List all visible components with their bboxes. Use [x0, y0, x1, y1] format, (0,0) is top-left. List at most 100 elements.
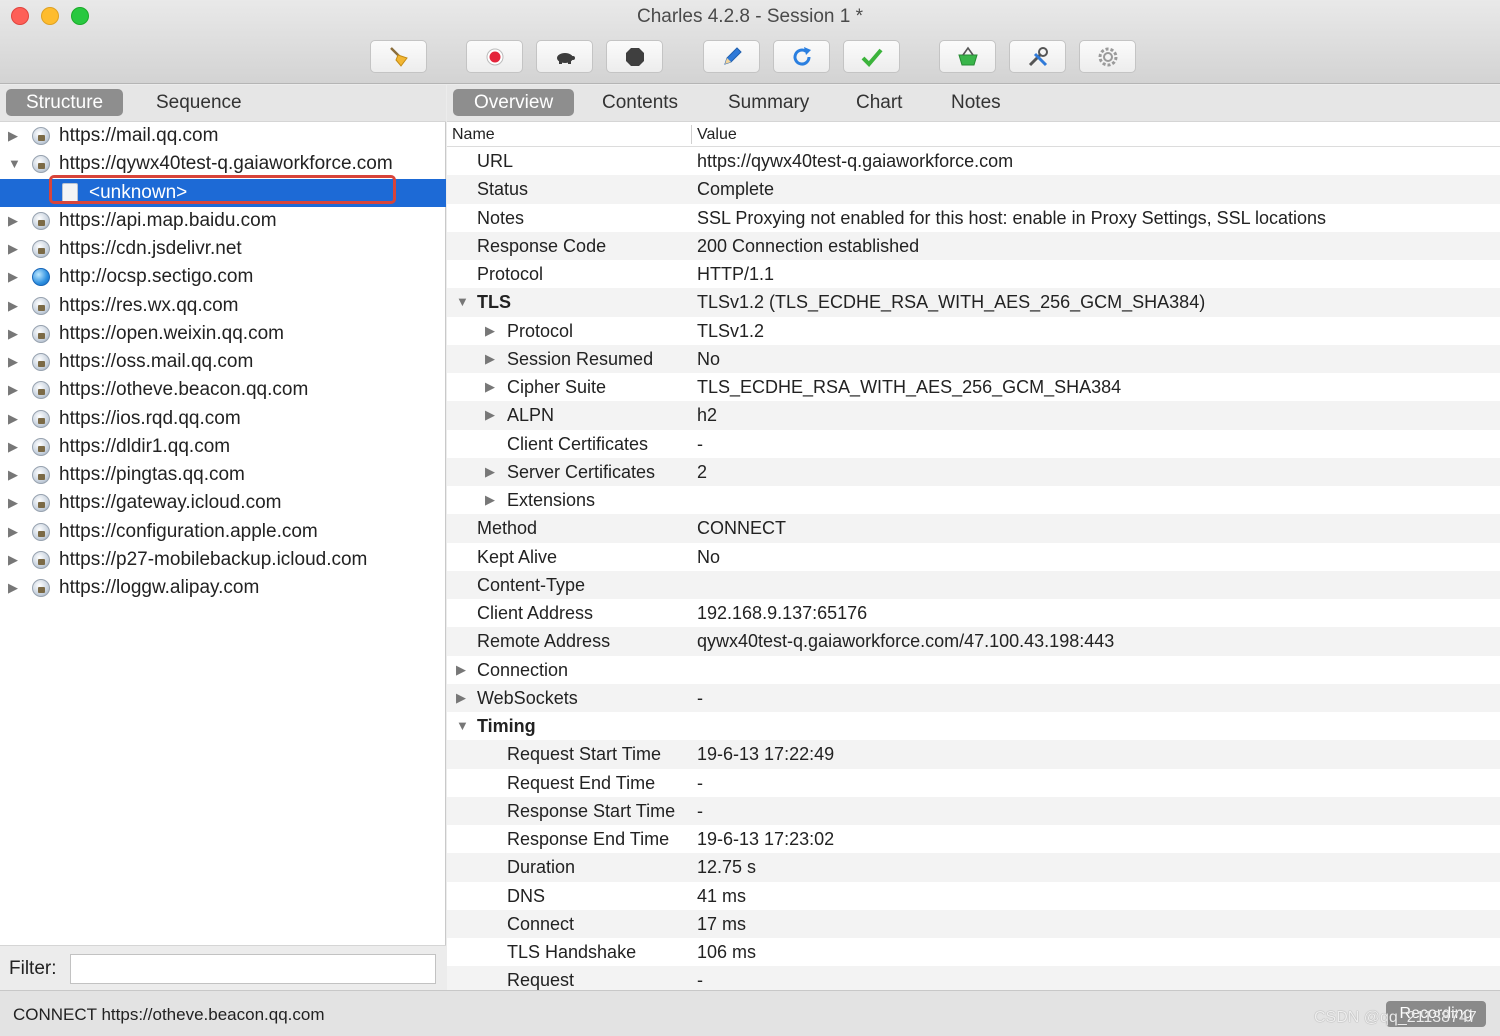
tree-host-item[interactable]: ▶ https://p27-mobilebackup.icloud.com — [0, 546, 446, 574]
overview-row[interactable]: URL https://qywx40test-q.gaiaworkforce.co… — [447, 147, 1500, 175]
disclosure-closed-icon[interactable]: ▶ — [8, 207, 22, 235]
overview-row[interactable]: DNS 41 ms — [447, 882, 1500, 910]
overview-row[interactable]: ▼ Timing — [447, 712, 1500, 740]
disclosure-closed-icon[interactable]: ▶ — [8, 122, 22, 150]
overview-row[interactable]: Status Complete — [447, 175, 1500, 204]
overview-row[interactable]: Client Address 192.168.9.137:65176 — [447, 599, 1500, 627]
tree-host-item[interactable]: ▶ https://dldir1.qq.com — [0, 433, 446, 461]
tree-host-item[interactable]: ▶ https://gateway.icloud.com — [0, 489, 446, 517]
overview-row[interactable]: ▶ Extensions — [447, 486, 1500, 514]
overview-row[interactable]: ▶ Cipher Suite TLS_ECDHE_RSA_WITH_AES_256_… — [447, 373, 1500, 401]
overview-row[interactable]: Response Start Time - — [447, 796, 1500, 825]
disclosure-closed-icon[interactable]: ▶ — [8, 461, 22, 489]
clear-session-button[interactable] — [370, 40, 427, 73]
compose-button[interactable] — [703, 40, 760, 73]
overview-row[interactable]: Notes SSL Proxying not enabled for this h… — [447, 204, 1500, 232]
tree-host-item[interactable]: ▶ https://api.map.baidu.com — [0, 207, 446, 235]
overview-row[interactable]: ▶ WebSockets - — [447, 683, 1500, 712]
filter-input[interactable] — [70, 954, 436, 984]
tree-host-item[interactable]: ▶ https://configuration.apple.com — [0, 518, 446, 546]
tree-host-item[interactable]: ▶ https://mail.qq.com — [0, 122, 446, 150]
validate-button[interactable] — [843, 40, 900, 73]
repeat-button[interactable] — [773, 40, 830, 73]
disclosure-closed-icon[interactable]: ▶ — [8, 320, 22, 348]
disclosure-closed-icon[interactable]: ▶ — [485, 486, 495, 514]
breakpoints-button[interactable] — [606, 40, 663, 73]
overview-row[interactable]: ▶ Server Certificates 2 — [447, 457, 1500, 486]
overview-row[interactable]: Protocol HTTP/1.1 — [447, 260, 1500, 288]
overview-row[interactable]: Remote Address qywx40test-q.gaiaworkforce… — [447, 627, 1500, 656]
filter-bar: Filter: — [0, 945, 446, 990]
tree-host-item[interactable]: ▶ https://oss.mail.qq.com — [0, 348, 446, 376]
row-value: HTTP/1.1 — [697, 264, 775, 284]
column-name-header[interactable]: Name — [452, 122, 495, 147]
overview-row[interactable]: Response Code 200 Connection established — [447, 231, 1500, 260]
overview-row[interactable]: Duration 12.75 s — [447, 853, 1500, 882]
overview-row[interactable]: ▶ ALPN h2 — [447, 401, 1500, 430]
disclosure-closed-icon[interactable]: ▶ — [8, 348, 22, 376]
tab-structure[interactable]: Structure — [6, 89, 124, 116]
disclosure-closed-icon[interactable]: ▶ — [456, 656, 466, 684]
tree-host-item[interactable]: ▶ http://ocsp.sectigo.com — [0, 263, 446, 291]
basket-button[interactable] — [939, 40, 996, 73]
disclosure-closed-icon[interactable]: ▶ — [8, 263, 22, 291]
overview-row[interactable]: Content-Type — [447, 570, 1500, 599]
row-name: Session Resumed — [507, 348, 654, 369]
settings-button[interactable] — [1079, 40, 1136, 73]
tab-sequence[interactable]: Sequence — [136, 89, 262, 116]
record-button[interactable] — [466, 40, 523, 73]
overview-row[interactable]: Request Start Time 19-6-13 17:22:49 — [447, 740, 1500, 769]
tree-host-item[interactable]: ▶ https://loggw.alipay.com — [0, 574, 446, 602]
tree-child-item[interactable]: <unknown> — [0, 178, 446, 207]
disclosure-open-icon[interactable]: ▼ — [456, 288, 469, 316]
overview-row[interactable]: Connect 17 ms — [447, 909, 1500, 938]
overview-row[interactable]: ▶ Session Resumed No — [447, 344, 1500, 373]
tab-notes[interactable]: Notes — [930, 89, 1022, 116]
column-value-header[interactable]: Value — [697, 122, 737, 147]
overview-row[interactable]: Response End Time 19-6-13 17:23:02 — [447, 825, 1500, 853]
tree-host-item[interactable]: ▼ https://qywx40test-q.gaiaworkforce.com — [0, 150, 446, 178]
overview-row[interactable]: ▼ TLS TLSv1.2 (TLS_ECDHE_RSA_WITH_AES_256_… — [447, 288, 1500, 317]
disclosure-closed-icon[interactable]: ▶ — [8, 433, 22, 461]
throttle-button[interactable] — [536, 40, 593, 73]
tools-button[interactable] — [1009, 40, 1066, 73]
disclosure-closed-icon[interactable]: ▶ — [8, 574, 22, 602]
tab-contents[interactable]: Contents — [581, 89, 699, 116]
column-divider[interactable] — [691, 125, 692, 144]
row-value: TLSv1.2 (TLS_ECDHE_RSA_WITH_AES_256_GCM_… — [697, 292, 1206, 313]
tree-host-item[interactable]: ▶ https://otheve.beacon.qq.com — [0, 376, 446, 404]
overview-row[interactable]: ▶ Connection — [447, 656, 1500, 684]
disclosure-closed-icon[interactable]: ▶ — [485, 458, 495, 486]
overview-row[interactable]: TLS Handshake 106 ms — [447, 938, 1500, 966]
tree-host-item[interactable]: ▶ https://cdn.jsdelivr.net — [0, 235, 446, 263]
tree-host-item[interactable]: ▶ https://pingtas.qq.com — [0, 461, 446, 489]
disclosure-closed-icon[interactable]: ▶ — [456, 684, 466, 712]
disclosure-closed-icon[interactable]: ▶ — [8, 235, 22, 263]
overview-row[interactable]: ▶ Protocol TLSv1.2 — [447, 317, 1500, 345]
tab-summary[interactable]: Summary — [707, 89, 830, 116]
tree-host-item[interactable]: ▶ https://res.wx.qq.com — [0, 292, 446, 320]
tree-host-item[interactable]: ▶ https://open.weixin.qq.com — [0, 320, 446, 348]
tree-host-item[interactable]: ▶ https://ios.rqd.qq.com — [0, 405, 446, 433]
lock-host-icon — [32, 494, 50, 513]
tab-chart[interactable]: Chart — [835, 89, 923, 116]
lock-host-icon — [32, 381, 50, 400]
disclosure-closed-icon[interactable]: ▶ — [8, 546, 22, 574]
disclosure-closed-icon[interactable]: ▶ — [8, 292, 22, 320]
overview-row[interactable]: Method CONNECT — [447, 514, 1500, 543]
overview-row[interactable]: Request End Time - — [447, 769, 1500, 797]
disclosure-closed-icon[interactable]: ▶ — [485, 373, 495, 401]
disclosure-closed-icon[interactable]: ▶ — [8, 489, 22, 517]
tab-overview[interactable]: Overview — [453, 89, 575, 116]
disclosure-closed-icon[interactable]: ▶ — [8, 518, 22, 546]
disclosure-closed-icon[interactable]: ▶ — [485, 401, 495, 429]
overview-row[interactable]: Client Certificates - — [447, 430, 1500, 458]
disclosure-closed-icon[interactable]: ▶ — [8, 376, 22, 404]
disclosure-open-icon[interactable]: ▼ — [8, 150, 22, 178]
row-name: Connect — [507, 913, 575, 934]
disclosure-closed-icon[interactable]: ▶ — [8, 405, 22, 433]
disclosure-open-icon[interactable]: ▼ — [456, 712, 469, 740]
disclosure-closed-icon[interactable]: ▶ — [485, 345, 495, 373]
disclosure-closed-icon[interactable]: ▶ — [485, 317, 495, 345]
overview-row[interactable]: Kept Alive No — [447, 543, 1500, 571]
